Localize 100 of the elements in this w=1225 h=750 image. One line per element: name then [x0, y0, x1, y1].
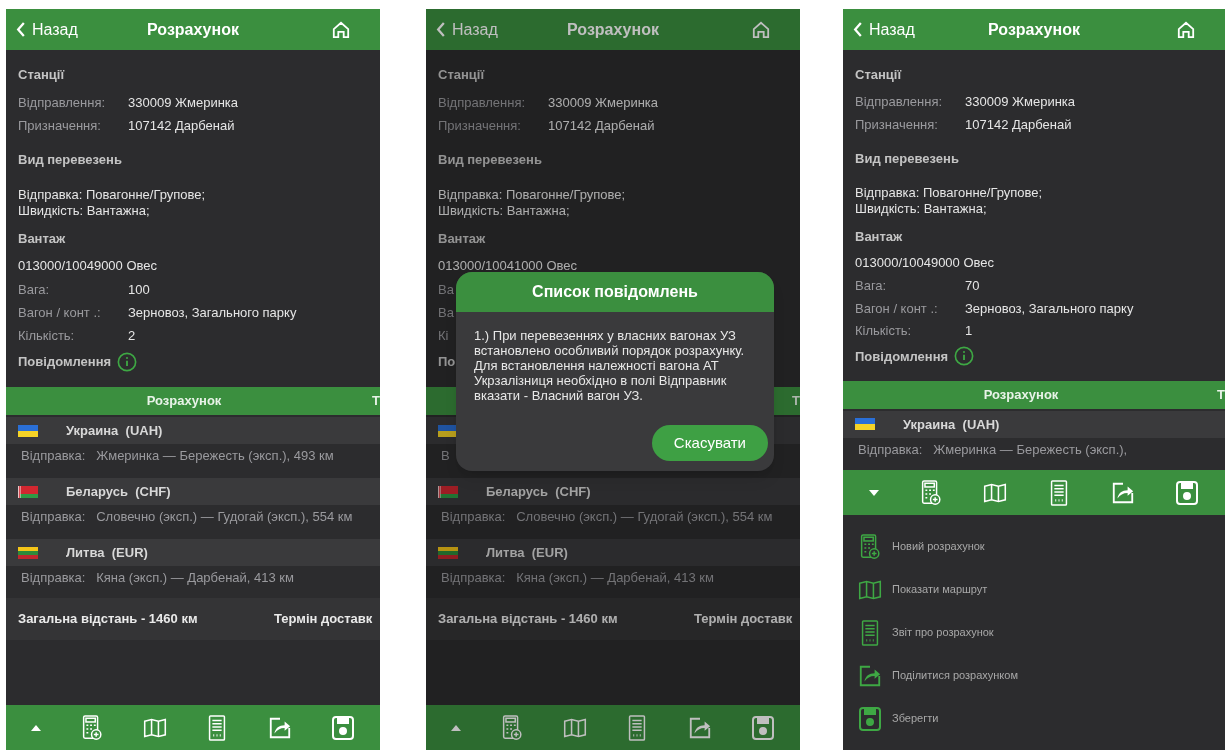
screen-title: Розрахунок [988, 19, 1080, 40]
field-label: Призначення: [438, 116, 522, 135]
country-name: Украина (UAH) [66, 421, 163, 440]
info-icon[interactable] [954, 346, 975, 367]
route-text: Відправка: Словечно (эксп.) — Гудогай (эксп.), 554 км [441, 509, 773, 525]
chevron-left-icon [853, 21, 863, 38]
field-value: 107142 Дарбенай [128, 116, 235, 135]
field-label: Ва [438, 280, 454, 299]
country-name: Украина (UAH) [903, 415, 1000, 434]
info-icon[interactable] [117, 352, 138, 372]
section-heading: Вид перевезень [855, 150, 959, 169]
screen-title: Розрахунок [147, 19, 239, 40]
screen-title: Розрахунок [567, 19, 659, 40]
field-value: 2 [128, 326, 136, 345]
field-label: Кі [438, 326, 449, 345]
field-value: 330009 Жмеринка [128, 93, 239, 112]
country-name: Литва (EUR) [486, 543, 568, 562]
home-icon[interactable] [332, 20, 350, 39]
field-value: 1 [965, 321, 973, 340]
field-label: Відправлення: [855, 92, 944, 111]
section-heading: Вид перевезень [18, 151, 122, 170]
field-label: Кількість: [18, 326, 76, 345]
flag-icon [18, 546, 38, 559]
menu-item[interactable]: Показати маршрут [843, 568, 1225, 611]
home-icon[interactable] [752, 20, 770, 39]
field-label: Відправлення: [18, 93, 107, 112]
country-name: Беларусь (CHF) [486, 482, 591, 501]
menu-item[interactable]: Зберегти [843, 697, 1225, 740]
flag-icon [438, 485, 458, 498]
cancel-button[interactable]: Скасувати [651, 425, 768, 461]
route-text: Відправка: Словечно (эксп.) — Гудогай (эксп.), 554 км [21, 509, 353, 525]
tab[interactable]: Т [1217, 380, 1225, 409]
field-value: Зерновоз, Загального парку [128, 303, 297, 322]
save-icon[interactable] [1175, 479, 1199, 506]
field-label: Вагон / конт .: [855, 299, 939, 318]
menu-item[interactable]: Поділитися розрахунком [843, 654, 1225, 697]
back-button[interactable]: Назад [853, 17, 915, 42]
section-heading: Вантаж [18, 230, 66, 249]
back-button[interactable]: Назад [436, 17, 498, 42]
flag-icon [18, 485, 38, 498]
delivery-term: Термін доставк [694, 610, 793, 629]
calculator-plus-icon[interactable] [919, 479, 943, 506]
tab[interactable]: Розрахунок [6, 387, 362, 415]
flag-icon [18, 424, 38, 437]
calculator-plus-icon[interactable] [500, 714, 524, 741]
chevron-left-icon [436, 21, 446, 38]
total-distance: Загальна відстань - 1460 км [18, 610, 199, 629]
cargo-code: 013000/10049000 Овес [17, 257, 159, 276]
field-value: Зерновоз, Загального парку [965, 299, 1134, 318]
section-heading: Повідомлення [18, 353, 112, 372]
field-label: Призначення: [18, 116, 102, 135]
field-value: 70 [965, 277, 980, 296]
route-text: Відправка: Кяна (эксп.) — Дарбенай, 413 км [441, 570, 714, 586]
delivery-term: Термін доставк [274, 610, 373, 629]
section-heading: Вантаж [855, 228, 903, 247]
field-label: Вага: [855, 277, 888, 296]
tab[interactable]: Т [792, 387, 800, 415]
save-icon[interactable] [330, 714, 355, 741]
calculator-plus-icon [858, 533, 882, 560]
menu-item[interactable]: Новий розрахунок [843, 525, 1225, 568]
section-heading: Станції [438, 66, 485, 85]
section-heading: Повідомлення [855, 347, 949, 366]
total-distance: Загальна відстань - 1460 км [438, 610, 619, 629]
caret-icon[interactable] [31, 724, 42, 731]
tab[interactable]: Розрахунок [843, 380, 1199, 409]
field-label: Призначення: [855, 115, 939, 134]
caret-icon[interactable] [451, 724, 462, 731]
section-heading: По [438, 353, 456, 372]
field-label: Вага: [18, 280, 51, 299]
flag-icon [438, 424, 458, 437]
transport-line: Швидкість: Вантажна; [438, 203, 571, 219]
back-button[interactable]: Назад [16, 17, 78, 42]
field-value: 330009 Жмеринка [965, 92, 1076, 111]
transport-line: Швидкість: Вантажна; [18, 203, 151, 219]
section-heading: Вид перевезень [438, 151, 542, 170]
route-text: Відправка: Жмеринка — Бережесть (эксп.), 493 км [21, 448, 334, 464]
transport-line: Відправка: Повагонне/Групове; [855, 185, 1044, 202]
tab[interactable]: Т [372, 387, 380, 415]
field-label: Ва [438, 303, 454, 322]
transport-line: Відправка: Повагонне/Групове; [18, 187, 207, 203]
field-label: Вагон / конт .: [18, 303, 102, 322]
home-icon[interactable] [1177, 20, 1195, 39]
cargo-code: 013000/10049000 Овес [854, 254, 996, 273]
transport-line: Швидкість: Вантажна; [855, 201, 988, 218]
field-value: 330009 Жмеринка [548, 93, 659, 112]
section-heading: Вантаж [438, 230, 486, 249]
calculator-plus-icon[interactable] [80, 714, 104, 741]
country-name: Беларусь (CHF) [66, 482, 171, 501]
field-value: 107142 Дарбенай [965, 115, 1072, 134]
flag-icon [855, 418, 875, 431]
route-text: Відправка: Кяна (эксп.) — Дарбенай, 413 км [21, 570, 294, 586]
chevron-left-icon [16, 21, 26, 38]
field-label: Відправлення: [438, 93, 527, 112]
save-icon [858, 705, 882, 732]
flag-icon [438, 546, 458, 559]
menu-item[interactable]: Звіт про розрахунок [843, 611, 1225, 654]
dialog-message: 1.) При перевезеннях у власних вагонах УЗ встановлено особливий порядок розрахунку. Для встановлення належності вагона АТ Укрзалізниця необхідно в полі Відправник вказати - Власний вагон УЗ. [473, 327, 746, 403]
caret-icon[interactable] [869, 489, 879, 496]
save-icon[interactable] [750, 714, 775, 741]
field-label: Кількість: [855, 321, 913, 340]
